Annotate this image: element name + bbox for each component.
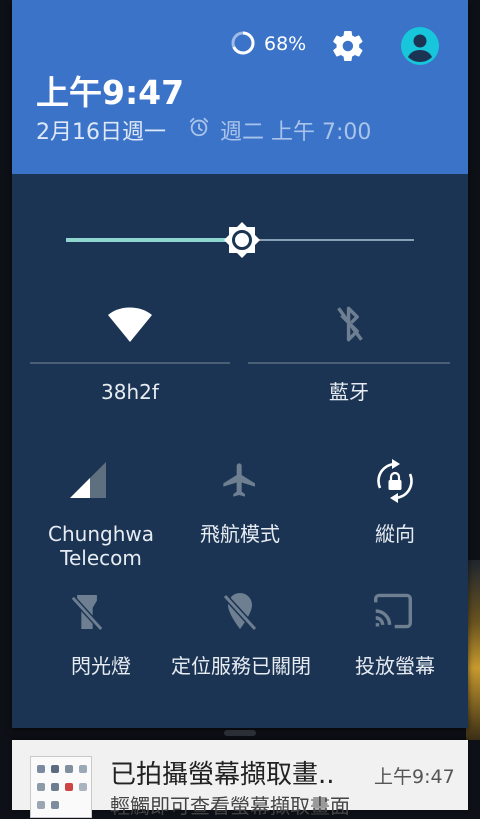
notification-subtitle: 輕觸即可查看螢幕擷取畫面 [110, 794, 350, 818]
rotation-label[interactable]: 縱向 [328, 522, 462, 546]
rotation-lock-icon[interactable] [372, 458, 418, 504]
wifi-label[interactable]: 38h2f [30, 380, 230, 404]
panel-drag-handle[interactable] [224, 730, 256, 736]
airplane-label[interactable]: 飛航模式 [172, 522, 308, 546]
notification-title: 已拍攝螢幕擷取畫.. [110, 760, 335, 790]
status-header: 68% 上午9:47 2月16日週一 週二 上午 7:00 [12, 0, 468, 174]
airplane-icon[interactable] [220, 460, 260, 500]
brightness-icon[interactable] [222, 220, 262, 260]
wifi-icon[interactable] [106, 304, 154, 344]
brightness-track[interactable] [256, 239, 414, 241]
alarm-clock-icon [189, 117, 209, 137]
notification-time: 上午9:47 [374, 766, 455, 788]
clock-time[interactable]: 上午9:47 [36, 66, 184, 114]
next-alarm[interactable]: 週二 上午 7:00 [220, 114, 371, 146]
cellular-label-line1: Chunghwa [48, 522, 154, 546]
gear-icon[interactable] [330, 28, 366, 64]
screenshot-thumbnail [30, 756, 92, 818]
quick-settings-panel: 68% 上午9:47 2月16日週一 週二 上午 7:00 38h2f 藍牙 C… [12, 0, 468, 728]
date-text[interactable]: 2月16日週一 [36, 114, 166, 146]
flashlight-off-icon[interactable] [70, 592, 104, 632]
bluetooth-label[interactable]: 藍牙 [248, 380, 450, 404]
cellular-label[interactable]: Chunghwa Telecom [26, 522, 176, 570]
location-label[interactable]: 定位服務已關閉 [162, 654, 320, 678]
bluetooth-divider [248, 362, 450, 364]
location-off-icon[interactable] [222, 590, 258, 632]
cast-label[interactable]: 投放螢幕 [328, 654, 462, 678]
cast-icon[interactable] [372, 592, 414, 630]
account-circle-icon[interactable] [400, 26, 440, 66]
battery-icon[interactable] [230, 30, 256, 56]
cellular-signal-icon[interactable] [68, 460, 108, 500]
wallpaper-edge [466, 560, 480, 740]
flashlight-label[interactable]: 閃光燈 [26, 654, 176, 678]
cellular-label-line2: Telecom [60, 546, 142, 570]
bluetooth-off-icon[interactable] [332, 304, 368, 344]
brightness-track-filled[interactable] [66, 238, 240, 242]
battery-percent: 68% [264, 33, 307, 55]
wifi-divider [30, 362, 230, 364]
